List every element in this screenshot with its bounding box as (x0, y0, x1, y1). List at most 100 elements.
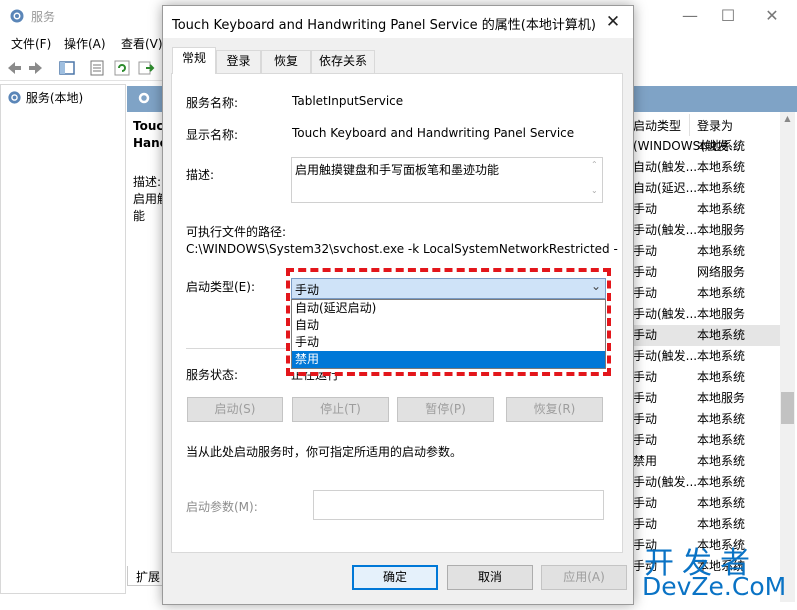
table-row[interactable]: 自动(触发... 本地系统 (630, 157, 780, 178)
table-row[interactable]: 手动 本地系统 (630, 367, 780, 388)
startup-type-cell: 自动(延迟... (633, 181, 698, 195)
table-row[interactable]: 手动 网络服务 (630, 262, 780, 283)
service-status-label: 服务状态: (186, 368, 239, 382)
tab-general[interactable]: 常规 (172, 47, 216, 74)
description-textbox[interactable]: 启用触摸键盘和手写面板笔和墨迹功能 (291, 157, 603, 203)
startup-type-cell: 手动 (633, 286, 658, 300)
tree-item-label: 服务(本地) (25, 91, 84, 105)
tab-recovery[interactable]: 恢复 (261, 50, 311, 73)
stop-button[interactable]: 停止(T) (292, 397, 389, 422)
console-tree-pane: 服务(本地) (0, 84, 126, 594)
tree-item-services-local[interactable]: 服务(本地) (7, 89, 83, 106)
pause-button[interactable]: 暂停(P) (397, 397, 494, 422)
menu-view[interactable]: 查看(V) (121, 35, 163, 52)
table-row[interactable]: 手动 本地系统 (630, 514, 780, 535)
console-tree-icon[interactable] (58, 59, 76, 77)
scroll-up-icon[interactable]: ▲ (780, 114, 795, 126)
tab-logon[interactable]: 登录 (216, 50, 261, 73)
executable-path-label: 可执行文件的路径: (186, 225, 287, 239)
table-row[interactable]: 手动 本地服务 (630, 388, 780, 409)
display-name-label: 显示名称: (186, 128, 239, 142)
scrollbar-thumb[interactable] (781, 392, 794, 424)
chevron-up-icon[interactable]: ⌃ (591, 160, 598, 169)
table-row[interactable]: 手动(触发... 本地系统 (630, 472, 780, 493)
logon-as-cell: 本地系统 (697, 475, 746, 489)
startup-type-cell: 手动 (633, 517, 658, 531)
startup-type-cell: 禁用 (633, 454, 658, 468)
tab-dependencies[interactable]: 依存关系 (311, 50, 375, 73)
table-row[interactable]: 自动(延迟... 本地系统 (630, 178, 780, 199)
startup-type-cell: 手动(触发... (633, 223, 698, 237)
tab-extended[interactable]: 扩展 (127, 566, 167, 586)
startup-params-input[interactable] (313, 490, 604, 520)
highlight-annotation-box (286, 268, 611, 376)
properties-icon[interactable] (88, 59, 106, 77)
tab-extended-label: 扩展 (136, 570, 161, 584)
table-row[interactable]: 手动 本地系统 (630, 283, 780, 304)
logon-as-cell: 本地系统 (697, 454, 746, 468)
services-gear-icon (8, 91, 21, 104)
logon-as-cell: 本地系统 (697, 349, 746, 363)
detail-desc-line2: 能 (133, 209, 146, 223)
logon-as-cell: 网络服务 (697, 265, 746, 279)
back-arrow-icon[interactable] (5, 59, 23, 77)
services-list-scrollbar[interactable] (780, 112, 795, 602)
table-row[interactable]: 手动 本地系统 (630, 241, 780, 262)
detail-pane-header (127, 86, 167, 112)
services-gear-icon (138, 92, 150, 104)
service-detail-pane (127, 84, 167, 594)
logon-as-cell: 本地系统 (697, 139, 746, 153)
logon-as-cell: 本地服务 (697, 391, 746, 405)
services-list-band (630, 86, 797, 112)
table-row[interactable]: 手动(触发... 本地服务 (630, 304, 780, 325)
services-toolbar (0, 55, 170, 81)
logon-as-cell: 本地服务 (697, 223, 746, 237)
refresh-icon[interactable] (113, 59, 131, 77)
startup-type-cell: 手动 (633, 433, 658, 447)
export-list-icon[interactable] (137, 59, 155, 77)
table-row[interactable]: 手动 本地系统 (630, 199, 780, 220)
table-row[interactable]: 手动(触发... 本地服务 (630, 220, 780, 241)
dialog-titlebar: Touch Keyboard and Handwriting Panel Ser… (163, 6, 633, 38)
properties-dialog: Touch Keyboard and Handwriting Panel Ser… (162, 5, 634, 605)
forward-arrow-icon[interactable] (27, 59, 45, 77)
minimize-icon[interactable]: — (680, 6, 700, 26)
logon-as-cell: 本地系统 (697, 181, 746, 195)
service-name-label: 服务名称: (186, 96, 239, 110)
table-row[interactable]: 禁用 本地系统 (630, 451, 780, 472)
table-row[interactable]: 手动 本地系统 (630, 430, 780, 451)
table-row[interactable]: 手动 本地系统 (630, 409, 780, 430)
start-button[interactable]: 启动(S) (187, 397, 283, 422)
logon-as-cell: 本地系统 (697, 517, 746, 531)
maximize-icon[interactable]: ☐ (718, 6, 738, 26)
resume-button[interactable]: 恢复(R) (506, 397, 603, 422)
table-row[interactable]: 手动 本地系统 (630, 493, 780, 514)
devze-watermark: 开发者 DevZe.CoM (640, 538, 795, 606)
startup-type-cell: 手动 (633, 496, 658, 510)
logon-as-cell: 本地系统 (697, 412, 746, 426)
table-row[interactable]: 手动 本地系统 (630, 325, 780, 346)
column-header-logon-as[interactable]: 登录为 (697, 117, 733, 134)
table-row[interactable]: (WINDOWS(触发... 本地系统 (630, 136, 780, 157)
startup-params-hint: 当从此处启动服务时，你可指定所适用的启动参数。 (186, 445, 463, 459)
menu-file[interactable]: 文件(F) (11, 35, 51, 52)
cancel-button[interactable]: 取消 (447, 565, 533, 590)
display-name-value[interactable]: Touch Keyboard and Handwriting Panel Ser… (292, 126, 574, 140)
startup-type-cell: 手动 (633, 391, 658, 405)
dialog-close-button[interactable]: ✕ (599, 10, 627, 34)
ok-button[interactable]: 确定 (352, 565, 438, 590)
startup-type-cell: 手动 (633, 370, 658, 384)
apply-button[interactable]: 应用(A) (541, 565, 627, 590)
column-header-startup-type[interactable]: 启动类型 (633, 117, 681, 134)
logon-as-cell: 本地系统 (697, 433, 746, 447)
services-menubar: 文件(F) 操作(A) 查看(V) (0, 32, 170, 54)
logon-as-cell: 本地服务 (697, 307, 746, 321)
logon-as-cell: 本地系统 (697, 328, 746, 342)
chevron-down-icon[interactable]: ⌄ (591, 186, 598, 195)
startup-type-cell: 手动 (633, 328, 658, 342)
table-row[interactable]: 手动(触发... 本地系统 (630, 346, 780, 367)
menu-action[interactable]: 操作(A) (64, 35, 106, 52)
description-scrollbar[interactable]: ⌃ ⌄ (588, 158, 602, 202)
close-icon[interactable]: ✕ (762, 6, 782, 26)
description-label: 描述: (186, 168, 215, 182)
